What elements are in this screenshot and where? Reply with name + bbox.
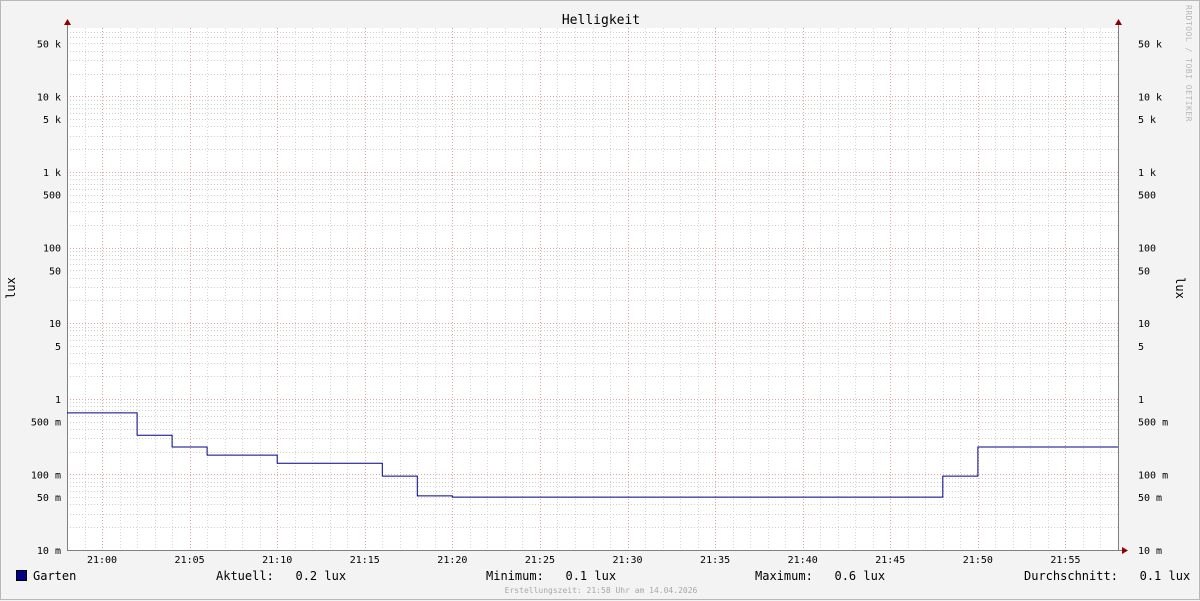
chart-title: Helligkeit	[562, 13, 640, 28]
x-tick-label: 21:55	[1050, 555, 1080, 566]
x-tick-label: 21:00	[87, 555, 117, 566]
y-tick-label-left: 100 m	[31, 470, 61, 481]
x-tick-label: 21:10	[262, 555, 292, 566]
y-tick-label-right: 5	[1138, 342, 1144, 353]
y-tick-label-left: 5 k	[43, 115, 61, 126]
legend-minimum-label: Minimum:	[486, 569, 544, 583]
y-tick-label-left: 50 k	[37, 39, 61, 50]
y-tick-label-right: 50 k	[1138, 39, 1162, 50]
y-tick-label-right: 1	[1138, 395, 1144, 406]
y-tick-label-right: 1 k	[1138, 168, 1156, 179]
y-tick-label-right: 10 k	[1138, 92, 1162, 103]
legend-maximum: Maximum: 0.6 lux	[755, 569, 885, 583]
x-tick-label: 21:45	[875, 555, 905, 566]
legend-aktuell-value: 0.2 lux	[295, 569, 347, 583]
y-tick-label-left: 100	[43, 244, 61, 255]
y-tick-label-right: 10 m	[1138, 546, 1162, 557]
legend-aktuell-label: Aktuell:	[216, 569, 274, 583]
x-tick-label: 21:50	[963, 555, 993, 566]
x-tick-label: 21:35	[700, 555, 730, 566]
legend-durchschnitt: Durchschnitt: 0.1 lux	[1024, 569, 1190, 583]
x-tick-label: 21:20	[437, 555, 467, 566]
legend-maximum-value: 0.6 lux	[834, 569, 886, 583]
x-axis-arrow	[1122, 547, 1128, 554]
x-tick-label: 21:15	[350, 555, 380, 566]
y-axis-label-left: lux	[4, 277, 18, 299]
chart-frame: 50 k 50 k 10 k 10 k5 k5 k1 k1 k 500 500 100 100…	[0, 0, 1200, 600]
legend-durchschnitt-value: 0.1 lux	[1139, 569, 1191, 583]
y-tick-label-left: 10 m	[37, 546, 61, 557]
y-tick-label-right: 5 k	[1138, 115, 1156, 126]
legend-minimum: Minimum: 0.1 lux	[486, 569, 616, 583]
chart-svg: 50 k 50 k 10 k 10 k 5 k 5 k 1 k 1 k 500 500 100 100…	[4, 13, 1187, 566]
y-tick-label-left: 50	[49, 266, 61, 277]
y-tick-label-right: 500 m	[1138, 418, 1168, 429]
y-tick-label-right: 500	[1138, 191, 1156, 202]
y-tick-label-right: 10	[1138, 319, 1150, 330]
y-axis-arrow-right	[1115, 19, 1122, 25]
y-tick-label-left: 1 k	[43, 168, 61, 179]
y-tick-label-left: 10 k	[37, 92, 61, 103]
footer-timestamp: Erstellungszeit: 21:58 Uhr am 14.04.2026	[504, 586, 698, 595]
legend-minimum-value: 0.1 lux	[565, 569, 617, 583]
y-tick-label-left: 500	[43, 191, 61, 202]
y-tick-label-left: 500 m	[31, 418, 61, 429]
legend-aktuell: Aktuell: 0.2 lux	[216, 569, 346, 583]
legend-durchschnitt-label: Durchschnitt:	[1024, 569, 1118, 583]
y-tick-label-right: 100 m	[1138, 470, 1168, 481]
watermark: RRDTOOL / TOBI OETIKER	[1184, 5, 1193, 122]
x-tick-label: 21:05	[175, 555, 205, 566]
y-tick-label-right: 50	[1138, 266, 1150, 277]
y-axis-label-right: lux	[1173, 277, 1187, 299]
y-tick-label-left: 5	[55, 342, 61, 353]
legend-maximum-label: Maximum:	[755, 569, 813, 583]
y-tick-label-right: 100	[1138, 244, 1156, 255]
legend-series: Garten	[16, 569, 76, 583]
y-axis-arrow-left	[64, 19, 71, 25]
legend-swatch	[16, 570, 27, 581]
legend-series-name: Garten	[33, 569, 77, 583]
y-tick-label-left: 1	[55, 395, 61, 406]
x-tick-label: 21:30	[612, 555, 642, 566]
y-tick-label-left: 10	[49, 319, 61, 330]
x-tick-label: 21:40	[788, 555, 818, 566]
x-tick-label: 21:25	[525, 555, 555, 566]
y-tick-label-left: 50 m	[37, 493, 61, 504]
y-tick-label-right: 50 m	[1138, 493, 1162, 504]
